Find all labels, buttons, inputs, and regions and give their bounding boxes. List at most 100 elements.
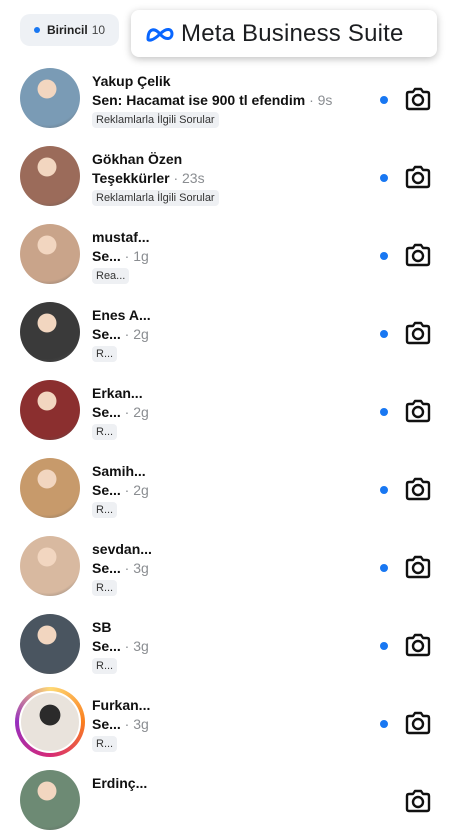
filter-label: Birincil (47, 23, 88, 37)
preview-text: Se... (92, 404, 121, 420)
unread-dot-icon (380, 642, 388, 650)
conversation-text: Yakup Çelik Sen: Hacamat ise 900 tl efend… (92, 72, 382, 128)
preview-text: Se... (92, 248, 121, 264)
avatar[interactable] (20, 224, 80, 284)
preview-text: Teşekkürler (92, 170, 170, 186)
message-time: · 3g (120, 716, 149, 732)
label-tag[interactable]: Rea... (92, 268, 130, 284)
brand-title: Meta Business Suite (181, 19, 404, 47)
message-time: · 2g (120, 404, 149, 420)
message-preview: Se... · 3g (92, 714, 382, 734)
conversation-text: Furkan... Se... · 3g R... (92, 696, 382, 752)
camera-icon[interactable] (404, 788, 432, 814)
conversation-row[interactable]: SB Se... · 3g R... (0, 606, 452, 684)
message-preview: Sen: Hacamat ise 900 tl efendim · 9s (92, 90, 382, 110)
contact-name: mustaf... (92, 229, 150, 245)
conversation-text: mustaf... Se... · 1g Rea... (92, 228, 382, 284)
contact-name: Erkan... (92, 385, 143, 401)
preview-text: Sen: Hacamat ise 900 tl efendim (92, 92, 306, 108)
contact-name: Samih... (92, 463, 146, 479)
message-preview: Se... · 2g (92, 480, 382, 500)
preview-text: Se... (92, 560, 121, 576)
conversation-text: SB Se... · 3g R... (92, 618, 382, 674)
avatar[interactable] (20, 146, 80, 206)
message-time: · 3g (120, 560, 149, 576)
avatar[interactable] (15, 687, 85, 757)
message-preview: Se... · 1g (92, 246, 382, 266)
conversation-text: Gökhan Özen Teşekkürler · 23s Reklamlarla … (92, 150, 382, 206)
filter-count: 10 (91, 23, 106, 37)
camera-icon[interactable] (404, 164, 432, 190)
contact-name: Yakup Çelik (92, 73, 171, 89)
conversation-text: Enes A... Se... · 2g R... (92, 306, 382, 362)
contact-name: Erdinç... (92, 775, 148, 791)
label-tag[interactable]: R... (92, 736, 118, 752)
contact-name: sevdan... (92, 541, 152, 557)
message-time: · 1g (120, 248, 149, 264)
contact-name: Furkan... (92, 697, 151, 713)
label-tag[interactable]: R... (92, 580, 118, 596)
conversation-row[interactable]: Enes A... Se... · 2g R... (0, 294, 452, 372)
conversation-row[interactable]: Furkan... Se... · 3g R... (0, 684, 452, 762)
filter-dot-icon (34, 27, 40, 33)
message-preview: Se... · 2g (92, 324, 382, 344)
label-tag[interactable]: R... (92, 424, 118, 440)
conversation-row[interactable]: Erdinç... (0, 762, 452, 840)
contact-name: SB (92, 619, 112, 635)
unread-dot-icon (380, 720, 388, 728)
unread-dot-icon (380, 252, 388, 260)
preview-text: Se... (92, 326, 121, 342)
avatar[interactable] (20, 68, 80, 128)
conversation-row[interactable]: mustaf... Se... · 1g Rea... (0, 216, 452, 294)
label-tag[interactable]: Reklamlarla İlgili Sorular (92, 190, 219, 206)
camera-icon[interactable] (404, 320, 432, 346)
unread-dot-icon (380, 408, 388, 416)
avatar[interactable] (20, 302, 80, 362)
camera-icon[interactable] (404, 242, 432, 268)
camera-icon[interactable] (404, 710, 432, 736)
camera-icon[interactable] (404, 632, 432, 658)
avatar[interactable] (20, 614, 80, 674)
label-tag[interactable]: Reklamlarla İlgili Sorular (92, 112, 219, 128)
avatar[interactable] (20, 770, 80, 830)
conversation-text: Erkan... Se... · 2g R... (92, 384, 382, 440)
preview-text: Se... (92, 638, 121, 654)
meta-business-suite-banner: Meta Business Suite (131, 10, 437, 57)
conversation-text: Samih... Se... · 2g R... (92, 462, 382, 518)
camera-icon[interactable] (404, 554, 432, 580)
camera-icon[interactable] (404, 86, 432, 112)
conversation-row[interactable]: sevdan... Se... · 3g R... (0, 528, 452, 606)
conversation-row[interactable]: Samih... Se... · 2g R... (0, 450, 452, 528)
preview-text: Se... (92, 716, 121, 732)
filter-chip-primary[interactable]: Birincil 10 (20, 14, 120, 46)
message-time: · 2g (120, 326, 149, 342)
conversation-list: Yakup Çelik Sen: Hacamat ise 900 tl efend… (0, 60, 452, 840)
conversation-text: sevdan... Se... · 3g R... (92, 540, 382, 596)
conversation-row[interactable]: Gökhan Özen Teşekkürler · 23s Reklamlarla … (0, 138, 452, 216)
camera-icon[interactable] (404, 398, 432, 424)
avatar[interactable] (20, 458, 80, 518)
preview-text: Se... (92, 482, 121, 498)
unread-dot-icon (380, 174, 388, 182)
unread-dot-icon (380, 486, 388, 494)
label-tag[interactable]: R... (92, 658, 118, 674)
meta-logo-icon (146, 27, 174, 42)
message-preview: Se... · 3g (92, 636, 382, 656)
conversation-row[interactable]: Yakup Çelik Sen: Hacamat ise 900 tl efend… (0, 60, 452, 138)
message-time: · 23s (169, 170, 205, 186)
message-time: · 9s (305, 92, 333, 108)
message-time: · 2g (120, 482, 149, 498)
contact-name: Enes A... (92, 307, 151, 323)
message-preview: Se... · 3g (92, 558, 382, 578)
camera-icon[interactable] (404, 476, 432, 502)
label-tag[interactable]: R... (92, 502, 118, 518)
unread-dot-icon (380, 96, 388, 104)
label-tag[interactable]: R... (92, 346, 118, 362)
contact-name: Gökhan Özen (92, 151, 183, 167)
message-preview: Teşekkürler · 23s (92, 168, 382, 188)
avatar[interactable] (20, 536, 80, 596)
conversation-text: Erdinç... (92, 774, 382, 792)
unread-dot-icon (380, 330, 388, 338)
avatar[interactable] (20, 380, 80, 440)
conversation-row[interactable]: Erkan... Se... · 2g R... (0, 372, 452, 450)
